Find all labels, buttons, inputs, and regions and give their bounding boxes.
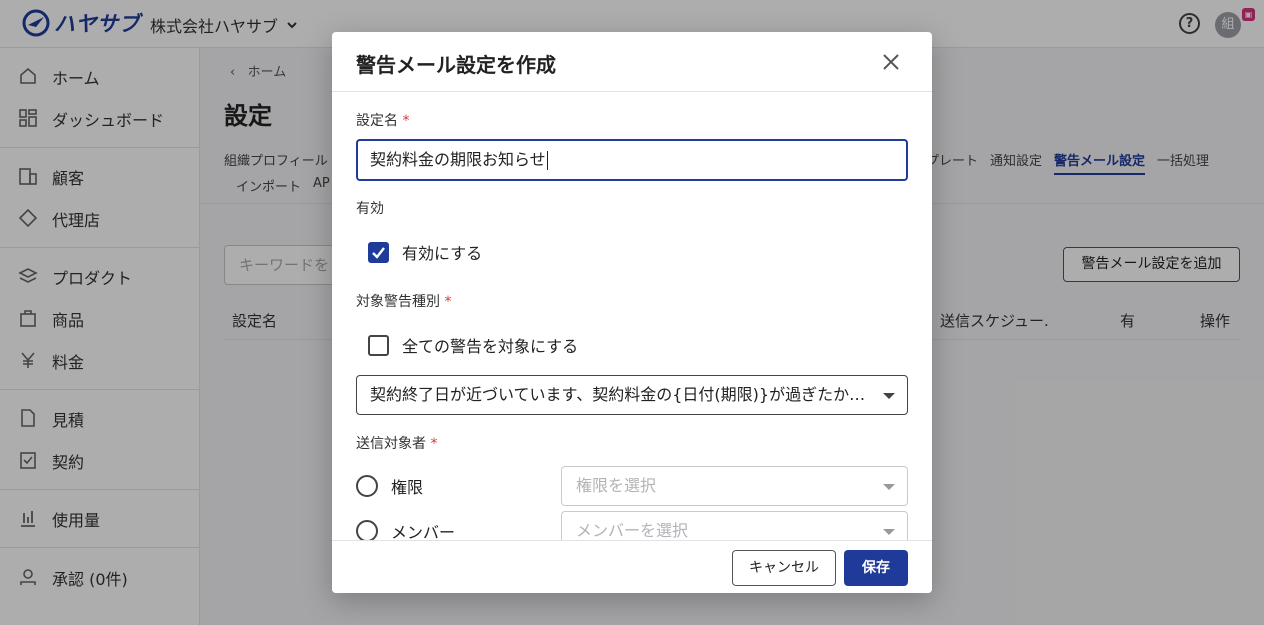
all-warnings-checkbox-row[interactable]: 全ての警告を対象にする bbox=[368, 333, 578, 357]
member-radio-label: メンバー bbox=[391, 523, 456, 540]
enabled-label: 有効 bbox=[356, 201, 384, 217]
dialog-body: 設定名 * 契約料金の期限お知らせ 有効 有効にする 対象警告種別 * 全ての警… bbox=[332, 93, 932, 540]
setting-name-value: 契約料金の期限お知らせ bbox=[370, 150, 546, 169]
dialog-title: 警告メール設定を作成 bbox=[356, 53, 556, 77]
setting-name-input[interactable]: 契約料金の期限お知らせ bbox=[356, 139, 908, 181]
dropdown-arrow-icon bbox=[883, 529, 895, 535]
dropdown-arrow-icon bbox=[883, 484, 895, 490]
member-select[interactable]: メンバーを選択 bbox=[561, 511, 908, 540]
enabled-checkbox-label: 有効にする bbox=[402, 244, 483, 263]
text-cursor bbox=[546, 150, 548, 170]
all-warnings-label: 全ての警告を対象にする bbox=[402, 337, 579, 356]
close-icon[interactable] bbox=[881, 52, 901, 72]
save-button[interactable]: 保存 bbox=[844, 550, 908, 586]
required-mark: * bbox=[430, 436, 438, 452]
check-icon bbox=[372, 246, 385, 259]
all-warnings-checkbox[interactable] bbox=[368, 334, 389, 356]
warning-type-value: 契約終了日が近づいています、契約料金の{日付(期限)}が過ぎたか近づいています bbox=[370, 385, 870, 404]
name-label: 設定名 * bbox=[356, 113, 410, 129]
dialog-header: 警告メール設定を作成 bbox=[332, 32, 932, 92]
dialog-footer: キャンセル 保存 bbox=[332, 540, 932, 593]
create-warning-mail-dialog: 警告メール設定を作成 設定名 * 契約料金の期限お知らせ 有効 有効にする 対象… bbox=[332, 32, 932, 593]
recipient-label: 送信対象者 * bbox=[356, 436, 438, 452]
member-select-placeholder: メンバーを選択 bbox=[576, 521, 689, 540]
warning-type-label: 対象警告種別 * bbox=[356, 294, 452, 310]
enabled-checkbox-row[interactable]: 有効にする bbox=[368, 240, 482, 264]
role-select-placeholder: 権限を選択 bbox=[576, 476, 657, 495]
cancel-button[interactable]: キャンセル bbox=[732, 550, 836, 586]
required-mark: * bbox=[444, 294, 452, 310]
required-mark: * bbox=[402, 113, 410, 129]
warning-type-select[interactable]: 契約終了日が近づいています、契約料金の{日付(期限)}が過ぎたか近づいています bbox=[356, 375, 908, 415]
role-radio[interactable] bbox=[356, 475, 378, 497]
enabled-checkbox[interactable] bbox=[368, 241, 389, 263]
radio-member-row[interactable]: メンバー bbox=[356, 519, 455, 540]
member-radio[interactable] bbox=[356, 520, 378, 540]
dropdown-arrow-icon bbox=[883, 393, 895, 399]
radio-role-row[interactable]: 権限 bbox=[356, 474, 423, 498]
role-radio-label: 権限 bbox=[391, 478, 424, 497]
role-select[interactable]: 権限を選択 bbox=[561, 466, 908, 506]
